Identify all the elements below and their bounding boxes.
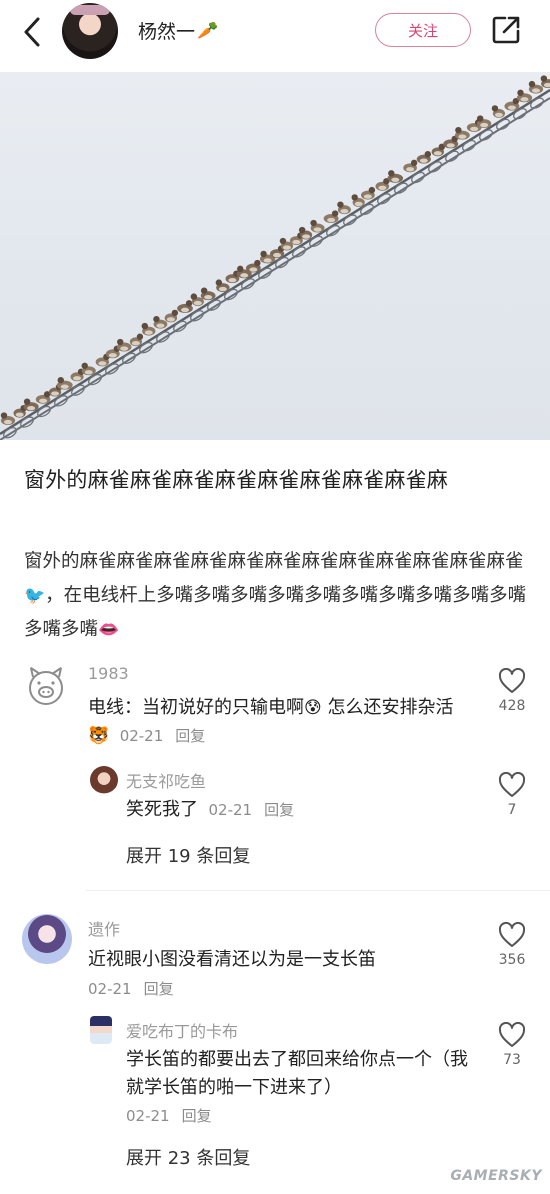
sparrow [387,170,404,183]
pig-avatar-icon [29,667,63,705]
comment-divider [86,890,550,891]
comment-date: 02-21 [88,980,132,998]
sparrow [0,412,16,426]
comment-meta: 02-21 回复 [88,978,174,999]
heart-icon [498,1022,526,1047]
heart-icon [498,668,526,693]
site-watermark: GAMERSKY [450,1168,542,1184]
back-button[interactable] [14,14,50,50]
post-photo[interactable] [0,72,550,440]
like-count: 7 [507,802,517,818]
chevron-left-icon [24,17,40,47]
comment-text: 电线：当初说好的只输电啊😰 怎么还安排杂活 🐯 02-21 回复 [88,694,473,750]
like-count: 428 [498,698,526,714]
comment-meta: 02-21 回复 [115,727,206,745]
sparrow [164,309,179,323]
like-count: 73 [503,1052,521,1068]
sparrow [361,186,376,200]
top-bar: 杨然一 🥕 关注 [0,0,550,72]
replier-avatar[interactable] [90,766,118,794]
wire-loop [462,139,476,152]
reply-text: 笑死我了 02-21 回复 [126,796,466,824]
post-body-part1: 窗外的麻雀麻雀麻雀麻雀麻雀麻雀麻雀麻雀麻雀麻雀麻雀麻雀 [24,551,524,572]
reply-meta: 02-21 回复 [204,801,295,819]
sweat-emoji: 😰 [304,698,322,718]
sparrow [443,135,459,149]
sparrow [81,362,96,376]
share-icon [492,16,520,44]
commenter-avatar[interactable] [22,662,70,710]
sparrow [504,97,520,111]
sparrow [245,259,261,273]
sparrow [540,75,550,89]
commenter-name[interactable]: 遗作 [88,916,120,940]
author-name-text: 杨然一 [138,21,196,43]
like-button[interactable]: 73 [490,1022,534,1068]
wire-loop [479,129,493,141]
reply-text: 学长笛的都要出去了都回来给你点一个（我就学长笛的啪一下进来了） [126,1049,468,1098]
sparrow [375,178,390,191]
comment-date: 02-21 [119,727,164,745]
reply-button[interactable]: 回复 [264,801,294,819]
sparrow [200,287,216,301]
comment-text-part2: 怎么还安排杂活 [327,697,454,718]
like-count: 356 [498,952,526,968]
comment-text-part1: 电线：当初说好的只输电啊 [88,697,304,718]
like-button[interactable]: 7 [490,772,534,818]
sparrow [116,338,132,352]
sparrow [323,210,339,224]
heart-icon [498,922,526,947]
like-button[interactable]: 356 [490,922,534,968]
replier-avatar[interactable] [90,1016,112,1044]
commenter-name[interactable]: 1983 [88,664,129,683]
wire-loop [496,118,510,131]
sparrow [177,300,193,313]
sparrow [35,391,51,404]
sparrow [491,105,506,118]
wire-loop [445,150,459,162]
share-button[interactable] [489,13,523,47]
sparrow [431,143,445,157]
sparrow [310,219,325,233]
lips-emoji: 👄 [98,620,120,640]
reply-button[interactable]: 回复 [144,980,174,998]
bird-emoji: 🐦 [24,586,46,606]
sparrow [56,376,73,390]
heart-icon [498,772,526,797]
reply-date: 02-21 [208,801,253,819]
expand-replies-button[interactable]: 展开 19 条回复 [126,842,250,868]
post-title: 窗外的麻雀麻雀麻雀麻雀麻雀麻雀麻雀麻雀麻 [24,468,448,492]
author-name[interactable]: 杨然一 🥕 [138,17,218,44]
sparrow [476,115,492,129]
carrot-emoji: 🥕 [197,20,219,41]
replier-name[interactable]: 无支祁吃鱼 [126,768,206,792]
reply-date: 02-21 [126,1107,170,1125]
expand-replies-button[interactable]: 展开 23 条回复 [126,1144,250,1170]
reply-button[interactable]: 回复 [175,727,205,745]
sparrow [403,159,418,173]
sparrows-on-wire-image [0,75,550,440]
replier-name[interactable]: 爱吃布丁的卡布 [126,1018,238,1042]
sparrow [516,89,533,103]
sparrow [337,201,351,215]
commenter-avatar[interactable] [22,914,72,964]
reply-text-content: 笑死我了 [126,799,198,820]
sparrow [416,150,432,164]
tiger-emoji: 🐯 [88,726,110,746]
comment-text: 近视眼小图没看清还以为是一支长笛 [88,949,376,970]
like-button[interactable]: 428 [490,668,534,714]
reply-meta: 02-21 回复 [126,1105,212,1126]
follow-button[interactable]: 关注 [375,13,471,47]
sparrow [141,322,156,336]
post-body: 窗外的麻雀麻雀麻雀麻雀麻雀麻雀麻雀麻雀麻雀麻雀麻雀麻雀🐦，在电线杆上多嘴多嘴多嘴… [24,545,534,647]
author-avatar[interactable] [62,3,118,59]
sparrow [528,80,544,94]
reply-button[interactable]: 回复 [182,1107,212,1125]
